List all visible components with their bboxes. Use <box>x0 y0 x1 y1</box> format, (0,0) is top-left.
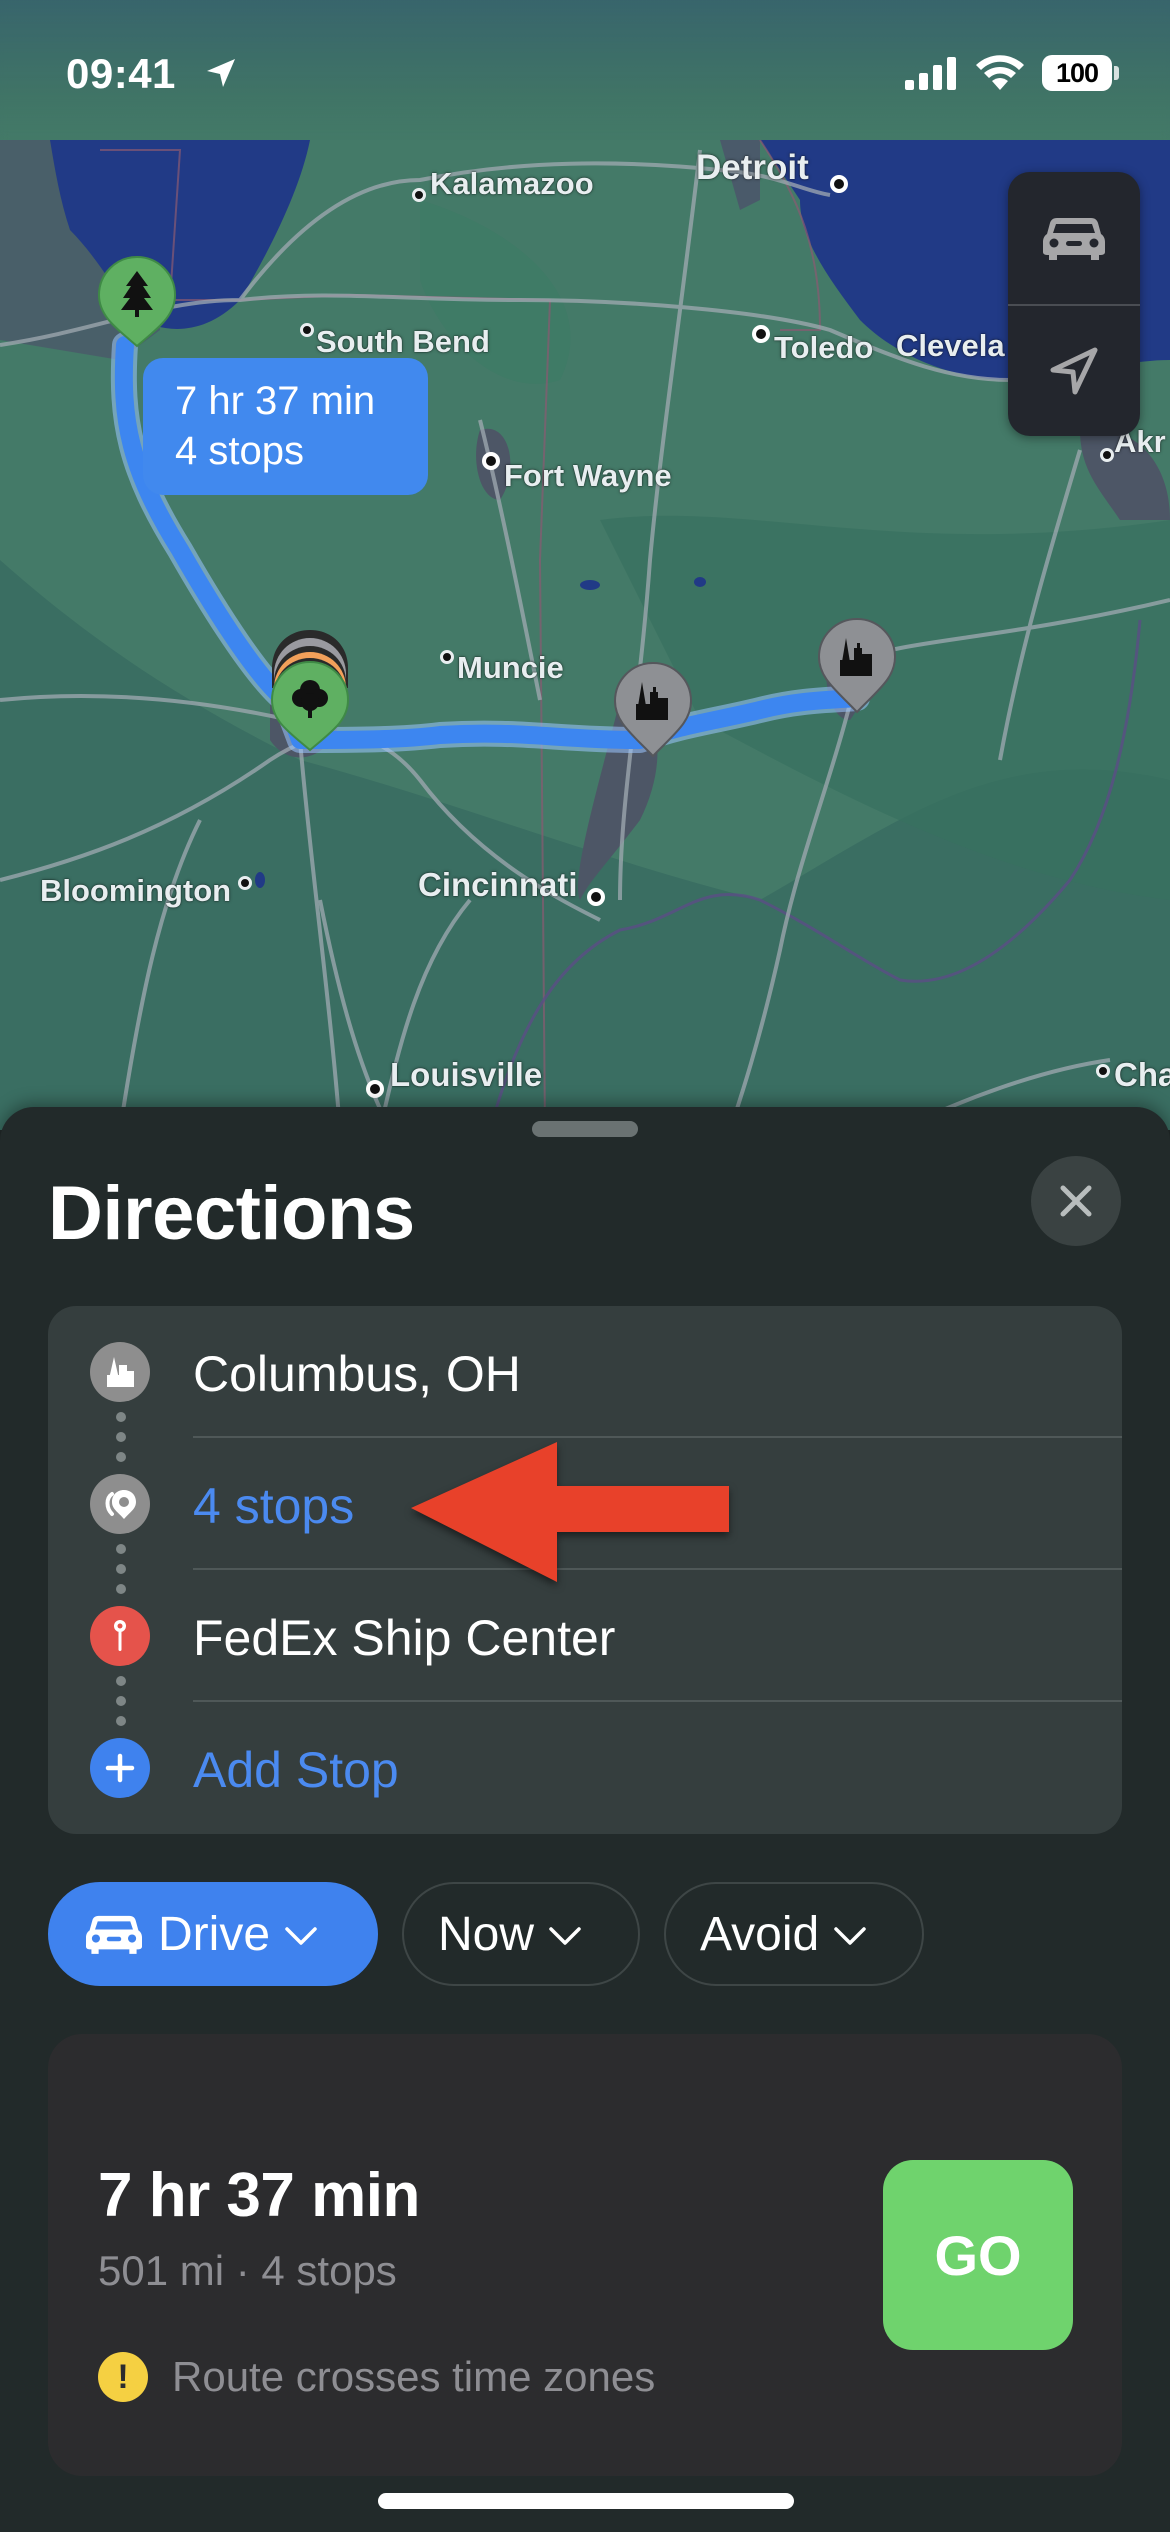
city-label-toledo[interactable]: Toledo <box>774 330 873 366</box>
callout-duration: 7 hr 37 min <box>175 379 376 423</box>
city-icon <box>90 1342 150 1402</box>
annotation-arrow-icon <box>411 1442 729 1582</box>
avoid-chip[interactable]: Avoid <box>664 1882 924 1986</box>
city-dot <box>412 188 426 202</box>
city-label-fort-wayne[interactable]: Fort Wayne <box>504 458 672 494</box>
car-icon <box>86 1915 142 1954</box>
plus-icon <box>90 1738 150 1798</box>
directions-sheet: Directions Columbus, OH 4 stops FedEx Sh… <box>0 1107 1170 2532</box>
status-bar: 09:41 100 <box>0 0 1170 140</box>
city-dot <box>752 325 770 343</box>
warning-text: Route crosses time zones <box>172 2353 656 2400</box>
close-button[interactable] <box>1031 1156 1121 1246</box>
close-icon <box>1060 1185 1092 1217</box>
departure-time-chip[interactable]: Now <box>402 1882 640 1986</box>
chip-label: Avoid <box>700 1907 820 1961</box>
sheet-title: Directions <box>48 1171 415 1256</box>
city-label-bloomington[interactable]: Bloomington <box>40 873 231 909</box>
chevron-down-icon <box>834 1927 866 1945</box>
map-pin-city[interactable] <box>612 660 694 760</box>
city-dot <box>238 876 252 890</box>
map-mode-button[interactable] <box>1008 172 1140 304</box>
city-label-cleveland[interactable]: Clevela <box>896 328 1005 364</box>
city-dot <box>1100 448 1114 462</box>
map-controls <box>1008 172 1140 436</box>
waypoint-link[interactable]: 4 stops <box>193 1478 354 1534</box>
city-label-charleston[interactable]: Cha <box>1114 1056 1170 1094</box>
map-view[interactable]: Kalamazoo Detroit South Bend Toledo Clev… <box>0 0 1170 1130</box>
map-pin-stack[interactable] <box>268 628 352 752</box>
chip-label: Now <box>438 1907 535 1961</box>
city-dot <box>830 175 848 193</box>
wifi-icon <box>976 55 1024 90</box>
pin-icon <box>90 1606 150 1666</box>
battery-icon: 100 <box>1042 55 1112 91</box>
battery-tip <box>1114 66 1119 80</box>
waypoint-label: Columbus, OH <box>193 1346 521 1402</box>
current-location-button[interactable] <box>1008 304 1140 436</box>
waypoint-label: FedEx Ship Center <box>193 1610 616 1666</box>
city-label-kalamazoo[interactable]: Kalamazoo <box>430 166 594 202</box>
route-card[interactable]: 7 hr 37 min 501 mi · 4 stops ! Route cro… <box>48 2034 1122 2476</box>
home-indicator[interactable] <box>378 2493 794 2509</box>
multiple-stops-icon <box>90 1474 150 1534</box>
callout-stops: 4 stops <box>175 429 304 473</box>
chevron-down-icon <box>285 1927 317 1945</box>
route-warning: ! Route crosses time zones <box>98 2352 655 2402</box>
cellular-signal-icon <box>905 57 956 90</box>
location-arrow-icon <box>1050 347 1098 395</box>
city-label-muncie[interactable]: Muncie <box>457 650 564 686</box>
car-icon <box>1043 218 1105 260</box>
map-pin-park-start[interactable] <box>96 254 178 349</box>
location-arrow-icon <box>207 59 235 87</box>
status-time: 09:41 <box>66 50 176 97</box>
city-dot <box>1096 1064 1110 1078</box>
route-summary: 501 mi · 4 stops <box>98 2247 397 2294</box>
city-dot <box>587 888 605 906</box>
route-duration: 7 hr 37 min <box>98 2161 420 2230</box>
chip-label: Drive <box>158 1907 271 1961</box>
warning-icon: ! <box>98 2352 148 2402</box>
route-callout[interactable]: 7 hr 37 min 4 stops <box>143 358 428 495</box>
sheet-grabber[interactable] <box>532 1121 638 1137</box>
city-dot <box>482 452 500 470</box>
map-pin-city[interactable] <box>816 616 898 716</box>
city-dot <box>440 650 454 664</box>
waypoint-row-start[interactable]: Columbus, OH <box>48 1306 1122 1438</box>
city-label-south-bend[interactable]: South Bend <box>316 324 490 360</box>
city-label-louisville[interactable]: Louisville <box>390 1056 542 1094</box>
add-stop-row[interactable]: Add Stop <box>48 1702 1122 1834</box>
city-dot <box>300 323 314 337</box>
city-label-detroit[interactable]: Detroit <box>696 148 809 188</box>
city-label-cincinnati[interactable]: Cincinnati <box>418 866 578 904</box>
chevron-down-icon <box>549 1927 581 1945</box>
city-dot <box>366 1080 384 1098</box>
add-stop-button[interactable]: Add Stop <box>193 1742 399 1798</box>
go-button[interactable]: GO <box>883 2160 1073 2350</box>
transport-mode-chip[interactable]: Drive <box>48 1882 378 1986</box>
